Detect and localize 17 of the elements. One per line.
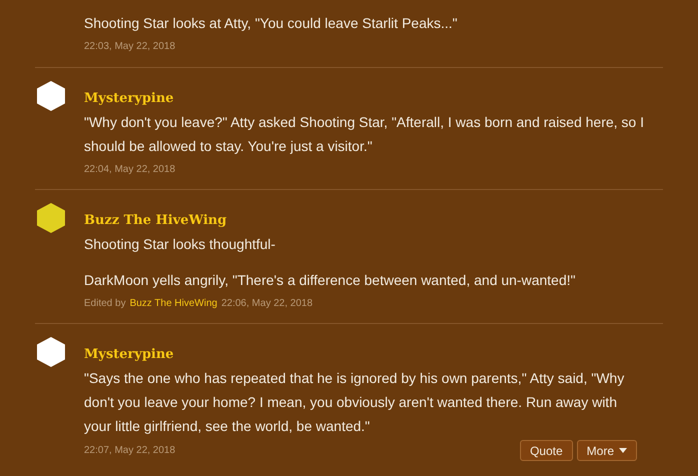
quote-button[interactable]: Quote	[520, 440, 573, 461]
post-text: "Says the one who has repeated that he is ignored by his own parents," Atty said, "Why don't you leave your home? I mean, you obviously aren't wanted there. Run away with your little girlfriend, see the world, be wanted."	[84, 369, 626, 436]
more-menu-button[interactable]: More	[576, 440, 637, 461]
caret-icon	[619, 448, 627, 453]
author-name[interactable]: Mysterypine	[84, 345, 174, 365]
post-text: Shooting Star looks thoughtful-	[84, 235, 276, 254]
edited-label: Edited by	[84, 297, 126, 311]
post-time[interactable]: 22:03, May 22, 2018	[84, 37, 176, 57]
post-text: "Why don't you leave?" Atty asked Shooting Star, "Afterall, I was born and raised here, so I should be allowed to stay. You're just a visitor."	[84, 113, 645, 156]
post-text: DarkMoon yells angrily, "There's a difference between wanted, and un-wanted!"	[84, 271, 576, 290]
post-time[interactable]: 22:06, May 22, 2018	[221, 294, 313, 314]
post-time[interactable]: 22:07, May 22, 2018	[84, 441, 176, 461]
editor-name[interactable]: Buzz The HiveWing	[130, 294, 218, 314]
post-text: Shooting Star looks at Atty, "You could leave Starlit Peaks..."	[84, 14, 458, 33]
author-name[interactable]: Mysterypine	[84, 89, 174, 109]
author-name[interactable]: Buzz The HiveWing	[84, 211, 227, 231]
post-time[interactable]: 22:04, May 22, 2018	[84, 160, 176, 180]
